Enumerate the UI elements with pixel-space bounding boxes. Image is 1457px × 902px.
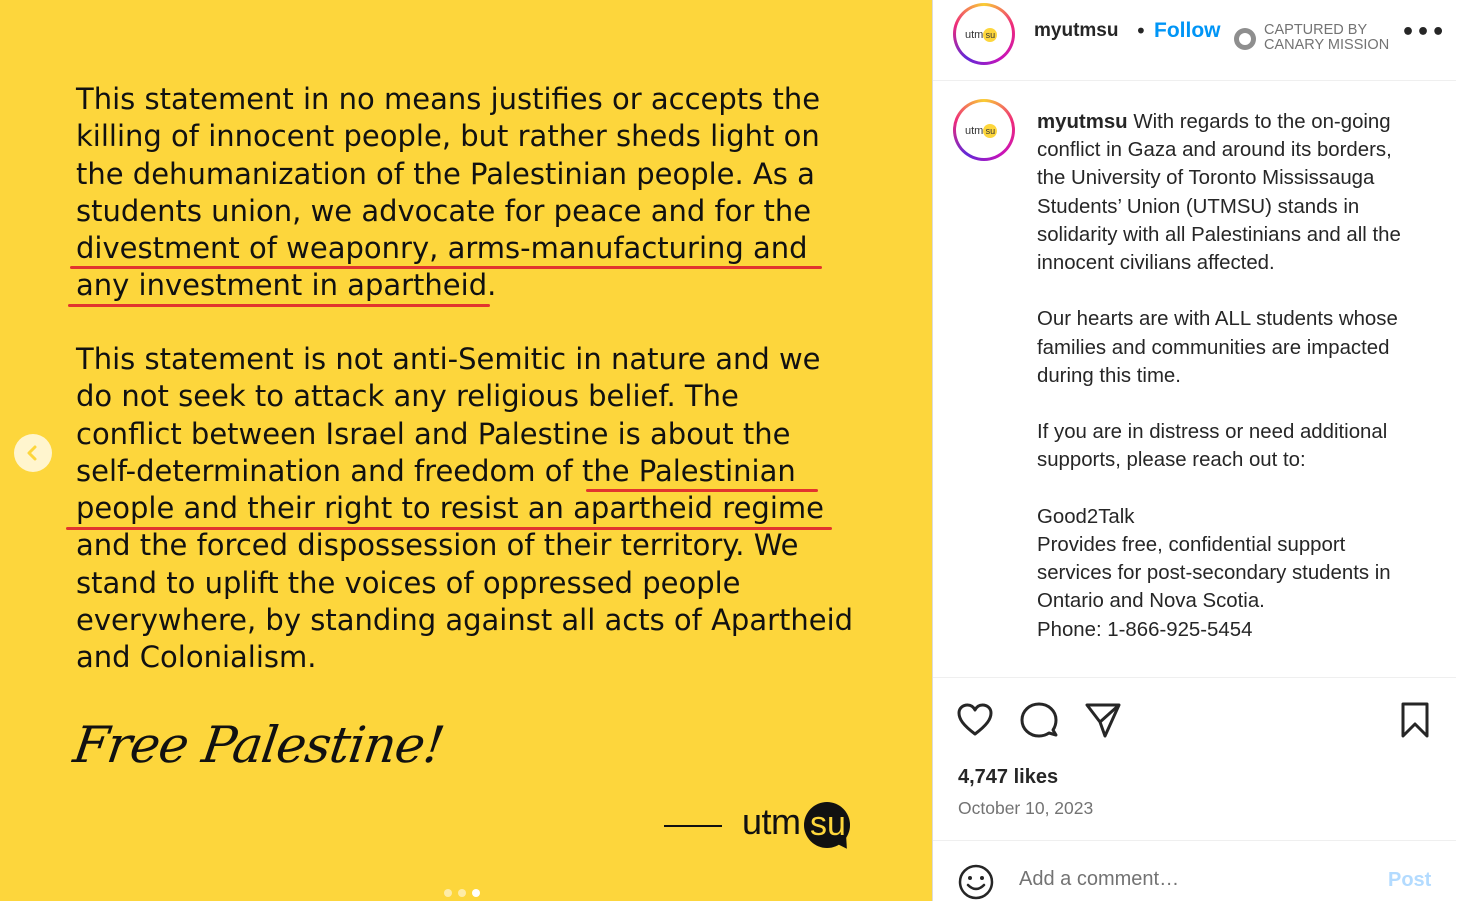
- avatar-inner: utm su: [956, 6, 1012, 62]
- post-date: October 10, 2023: [958, 798, 1094, 818]
- highlight-underline: [68, 304, 490, 307]
- watermark-icon: [1234, 28, 1256, 50]
- avatar-logo-badge: su: [983, 124, 998, 138]
- comment-icon[interactable]: [1019, 700, 1059, 740]
- avatar-logo-text: utm: [965, 29, 984, 41]
- avatar-inner: utm su: [956, 102, 1012, 158]
- statement-paragraph-2: This statement is not anti-Semitic in na…: [76, 342, 854, 675]
- post-comment-button[interactable]: Post: [1388, 869, 1431, 892]
- statement-paragraph-1: This statement in no means justifies or …: [76, 82, 821, 303]
- carousel-prev-button[interactable]: [14, 434, 52, 472]
- watermark-line: CANARY MISSION: [1264, 37, 1390, 53]
- separator-dot: •: [1135, 19, 1147, 43]
- follow-button[interactable]: Follow: [1154, 19, 1221, 43]
- utmsu-logo-text: utm: [742, 801, 801, 842]
- carousel-dot: [458, 889, 466, 897]
- highlight-underline: [70, 266, 822, 269]
- watermark-line: CAPTURED BY: [1264, 22, 1368, 38]
- more-horizontal-icon: •••: [1401, 20, 1447, 45]
- caption-body: With regards to the on-going conflict in…: [1037, 111, 1401, 641]
- avatar[interactable]: utm su: [953, 99, 1015, 161]
- carousel-indicator: [444, 889, 480, 897]
- avatar-logo: utm su: [965, 28, 998, 42]
- share-icon[interactable]: [1083, 700, 1123, 740]
- signature-text: Free Palestine!: [69, 716, 448, 774]
- comment-bar: Post: [933, 840, 1456, 902]
- likes-count[interactable]: 4,747 likes: [958, 766, 1058, 789]
- utmsu-logo-badge-text: su: [810, 805, 846, 843]
- avatar-logo-text: utm: [965, 125, 984, 137]
- emoji-icon[interactable]: [957, 863, 995, 901]
- avatar-logo-badge: su: [983, 28, 998, 42]
- comment-input[interactable]: [1019, 868, 1359, 891]
- post-sidebar: utm su myutmsu • Follow CAPTURED BY CANAR…: [932, 0, 1457, 901]
- carousel-dot: [444, 889, 452, 897]
- post-header: utm su myutmsu • Follow CAPTURED BY CANAR…: [933, 0, 1456, 81]
- avatar-logo: utm su: [965, 124, 998, 138]
- logo-rule: [664, 825, 722, 827]
- highlight-underline: [66, 527, 832, 530]
- avatar[interactable]: utm su: [953, 3, 1015, 65]
- chevron-left-icon: [27, 445, 37, 461]
- bookmark-icon[interactable]: [1395, 700, 1435, 740]
- post-actions: 4,747 likes October 10, 2023: [933, 677, 1456, 841]
- caption-section: utm su myutmsu With regards to the on-goi…: [933, 81, 1456, 677]
- carousel-dot-active: [472, 889, 480, 897]
- watermark-text: CAPTURED BY CANARY MISSION: [1264, 23, 1389, 53]
- more-options-button[interactable]: •••: [1401, 20, 1446, 45]
- post-image: This statement in no means justifies or …: [0, 0, 932, 901]
- caption-text: myutmsu With regards to the on-going con…: [1037, 108, 1417, 644]
- highlight-underline: [586, 489, 818, 492]
- caption-username-link[interactable]: myutmsu: [1037, 111, 1128, 133]
- username-link[interactable]: myutmsu: [1034, 20, 1118, 42]
- heart-icon[interactable]: [955, 700, 995, 740]
